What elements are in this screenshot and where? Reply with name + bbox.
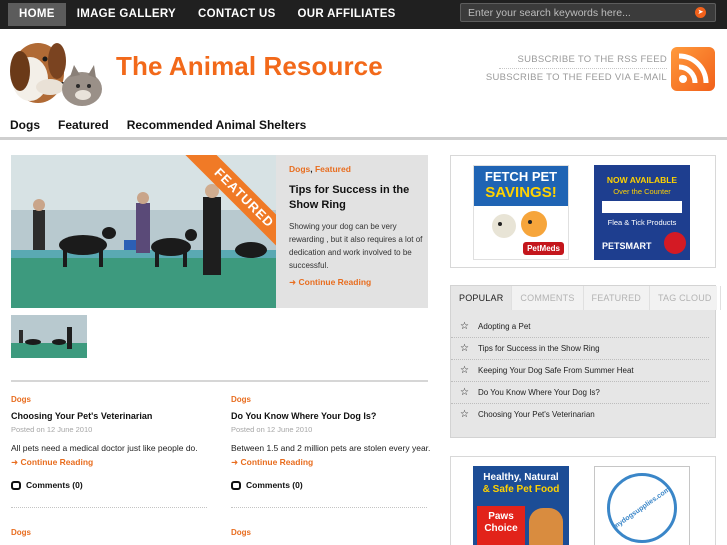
star-icon: ☆ [460, 343, 469, 354]
ad-headline: SAVINGS! [485, 184, 557, 201]
topnav-our-affiliates[interactable]: OUR AFFILIATES [287, 3, 407, 26]
site-title[interactable]: The Animal Resource [116, 51, 383, 82]
dog-and-cat-logo-image[interactable] [0, 31, 108, 109]
petsmart-ad-banner[interactable]: NOW AVAILABLE Over the Counter Flea & Ti… [594, 165, 690, 260]
featured-title[interactable]: Tips for Success in the Show Ring [289, 183, 424, 213]
popular-post-label: Choosing Your Pet's Veterinarian [478, 410, 595, 419]
paws-choice-ad-banner[interactable]: Healthy, Natural & Safe Pet Food Paws Ch… [473, 466, 569, 545]
tab-featured[interactable]: FEATURED [584, 286, 650, 310]
featured-continue-reading[interactable]: ➜ Continue Reading [289, 277, 371, 288]
post-divider [11, 507, 207, 508]
sidebar-tabs: POPULAR COMMENTS FEATURED TAG CLOUD ☆ Ado… [450, 285, 721, 438]
mydogsupplies-ad-banner[interactable]: mydogsupplies.com [594, 466, 690, 545]
subscribe-rss-link[interactable]: SUBSCRIBE TO THE RSS FEED [517, 54, 667, 65]
featured-text: Dogs, Featured Tips for Success in the S… [289, 155, 424, 308]
post-continue-reading[interactable]: ➜ Continue Reading [11, 457, 211, 468]
popular-post-item[interactable]: ☆ Keeping Your Dog Safe From Summer Heat [451, 360, 709, 382]
mydogsupplies-logo-text: mydogsupplies.com [612, 485, 672, 531]
search-submit-button[interactable]: ➤ [695, 7, 706, 18]
category-recommended-shelters[interactable]: Recommended Animal Shelters [127, 118, 307, 132]
continue-reading-label: Continue Reading [240, 457, 314, 467]
comment-icon [231, 480, 241, 490]
popular-post-item[interactable]: ☆ Choosing Your Pet's Veterinarian [451, 404, 709, 426]
product-logos [602, 201, 682, 213]
site-header: The Animal Resource SUBSCRIBE TO THE RSS… [0, 29, 727, 109]
topnav-image-gallery[interactable]: IMAGE GALLERY [66, 3, 187, 26]
petmeds-ad-banner[interactable]: FETCH PET SAVINGS! PetMeds [473, 165, 569, 260]
sidebar-ads-bottom: Healthy, Natural & Safe Pet Food Paws Ch… [450, 456, 716, 545]
content-divider [11, 380, 428, 382]
featured-category-featured[interactable]: Featured [315, 164, 351, 174]
ad-headline: NOW AVAILABLE [606, 175, 678, 185]
ad-headline: FETCH PET [484, 169, 558, 184]
tab-bar: POPULAR COMMENTS FEATURED TAG CLOUD [451, 286, 721, 310]
subscribe-divider [499, 68, 667, 69]
topnav-home[interactable]: HOME [8, 3, 66, 26]
top-nav-menu: HOME IMAGE GALLERY CONTACT US OUR AFFILI… [8, 3, 407, 26]
post-continue-reading[interactable]: ➜ Continue Reading [231, 457, 431, 468]
post-card: Dogs Do You Know Where Your Dog Is? Post… [231, 395, 431, 490]
post-category[interactable]: Dogs [11, 395, 211, 404]
popular-post-item[interactable]: ☆ Adopting a Pet [451, 316, 709, 338]
post-card: Dogs Choosing Your Pet's Veterinarian Po… [11, 395, 211, 490]
ad-subline: Over the Counter [613, 187, 671, 196]
arrow-right-icon: ➤ [697, 9, 704, 16]
post-excerpt: All pets need a medical doctor just like… [11, 443, 198, 453]
post-title[interactable]: Do You Know Where Your Dog Is? [231, 411, 431, 421]
category-featured[interactable]: Featured [58, 118, 109, 132]
comments-count: Comments (0) [26, 480, 83, 490]
post-comments-link[interactable]: Comments (0) [11, 480, 211, 490]
top-navigation-bar: HOME IMAGE GALLERY CONTACT US OUR AFFILI… [0, 0, 727, 29]
subscribe-email-link[interactable]: SUBSCRIBE TO THE FEED VIA E-MAIL [486, 72, 667, 83]
search-input[interactable] [461, 4, 687, 21]
featured-post: FEATURED Dogs, Featured Tips for Success… [11, 155, 428, 308]
star-icon: ☆ [460, 365, 469, 376]
post-category[interactable]: Dogs [231, 395, 431, 404]
featured-photo[interactable]: FEATURED [11, 155, 276, 308]
tab-tag-cloud[interactable]: TAG CLOUD [650, 286, 721, 310]
post-category[interactable]: Dogs [231, 528, 251, 537]
featured-thumbnail[interactable] [11, 315, 87, 358]
popular-post-label: Keeping Your Dog Safe From Summer Heat [478, 366, 634, 375]
petmeds-logo: PetMeds [523, 242, 564, 255]
dog-and-cat-illustration [492, 211, 547, 238]
comment-icon [11, 480, 21, 490]
ad-headline: & Safe Pet Food [482, 484, 560, 495]
post-excerpt: Between 1.5 and 2 million pets are stole… [231, 443, 431, 453]
category-dogs[interactable]: Dogs [10, 118, 40, 132]
tab-comments[interactable]: COMMENTS [512, 286, 584, 310]
ad-headline: Healthy, Natural [483, 472, 559, 483]
popular-post-item[interactable]: ☆ Tips for Success in the Show Ring [451, 338, 709, 360]
sidebar-ads-top: FETCH PET SAVINGS! PetMeds NOW AVAILABLE… [450, 155, 716, 268]
ad-subline: Flea & Tick Products [607, 218, 677, 227]
popular-posts-list: ☆ Adopting a Pet ☆ Tips for Success in the… [451, 316, 717, 426]
post-title[interactable]: Choosing Your Pet's Veterinarian [11, 411, 211, 421]
post-date: Posted on 12 June 2010 [11, 425, 93, 434]
paws-choice-logo: Paws Choice [477, 506, 525, 545]
badge-icon [664, 232, 686, 254]
search-box: ➤ [460, 3, 716, 22]
continue-reading-label: Continue Reading [20, 457, 94, 467]
continue-reading-label: Continue Reading [298, 277, 372, 287]
category-navigation: Dogs Featured Recommended Animal Shelter… [0, 109, 727, 140]
post-date: Posted on 12 June 2010 [231, 425, 313, 434]
star-icon: ☆ [460, 321, 469, 332]
tab-popular[interactable]: POPULAR [451, 286, 513, 310]
popular-post-label: Do You Know Where Your Dog Is? [478, 388, 600, 397]
topnav-contact-us[interactable]: CONTACT US [187, 3, 287, 26]
post-comments-link[interactable]: Comments (0) [231, 480, 431, 490]
post-category[interactable]: Dogs [11, 528, 31, 537]
rss-icon[interactable] [671, 47, 715, 91]
dog-photo [529, 508, 563, 545]
star-icon: ☆ [460, 409, 469, 420]
popular-post-item[interactable]: ☆ Do You Know Where Your Dog Is? [451, 382, 709, 404]
featured-category-dogs[interactable]: Dogs [289, 164, 310, 174]
comments-count: Comments (0) [246, 480, 303, 490]
star-icon: ☆ [460, 387, 469, 398]
popular-post-label: Adopting a Pet [478, 322, 531, 331]
featured-categories: Dogs, Featured [289, 164, 351, 174]
popular-post-label: Tips for Success in the Show Ring [478, 344, 600, 353]
post-divider [231, 507, 427, 508]
featured-excerpt: Showing your dog can be very rewarding ,… [289, 222, 423, 270]
